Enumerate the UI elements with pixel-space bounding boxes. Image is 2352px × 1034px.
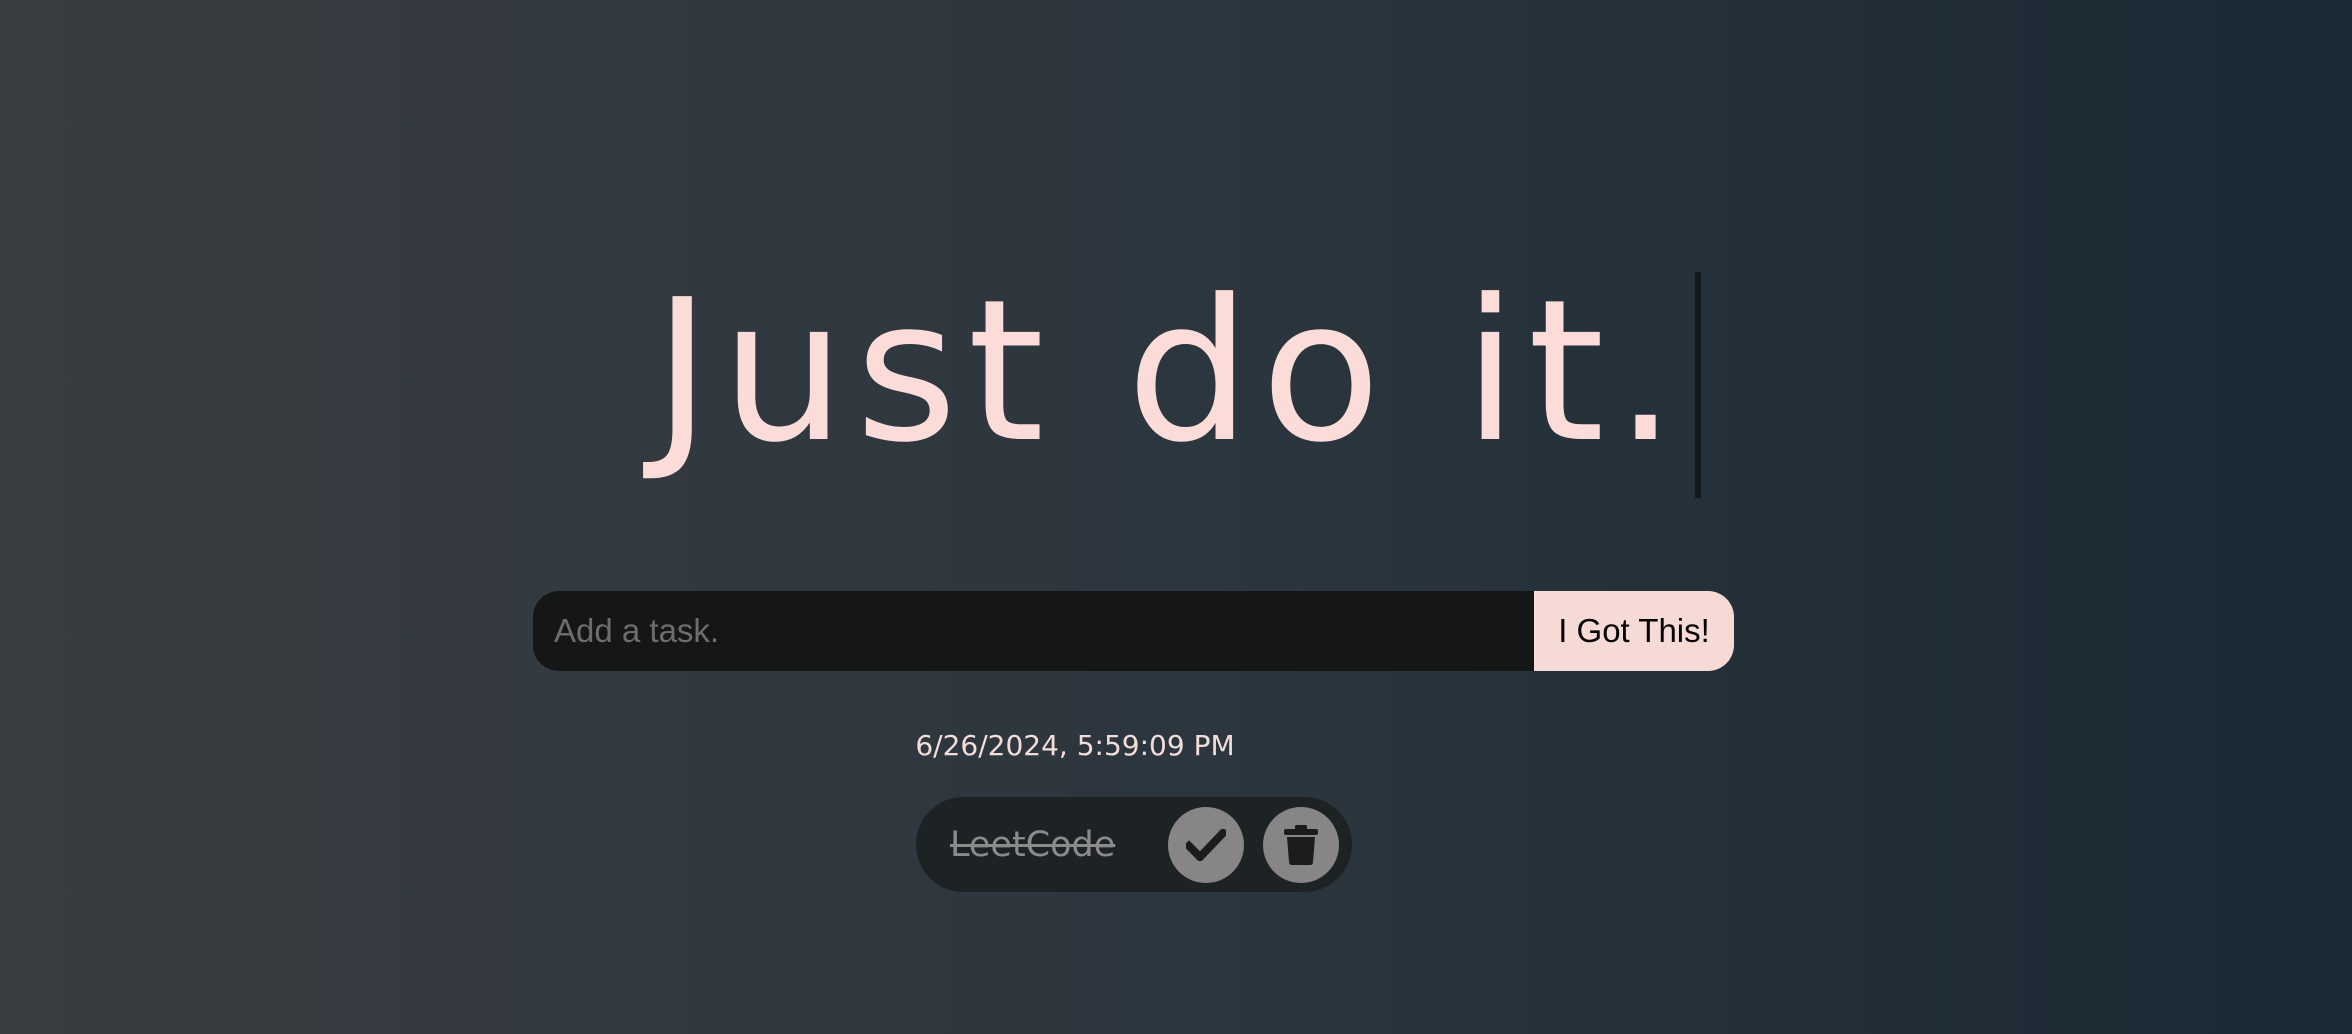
task-input[interactable] — [533, 591, 1534, 671]
delete-todo-button[interactable] — [1263, 806, 1339, 883]
page-title: Just do it. — [653, 262, 1701, 498]
todo-item: LeetCode — [916, 797, 1352, 892]
complete-todo-button[interactable] — [1168, 806, 1244, 883]
text-cursor — [1694, 272, 1701, 498]
trash-icon — [1284, 824, 1318, 865]
check-icon — [1186, 828, 1226, 861]
todo-item-text: LeetCode — [950, 824, 1116, 865]
title-area: Just do it. — [0, 262, 2352, 502]
current-datetime: 6/26/2024, 5:59:09 PM — [915, 729, 1235, 762]
page-title-text: Just do it. — [653, 258, 1687, 486]
add-task-form: I Got This! — [533, 591, 1734, 671]
add-task-button[interactable]: I Got This! — [1534, 591, 1734, 671]
